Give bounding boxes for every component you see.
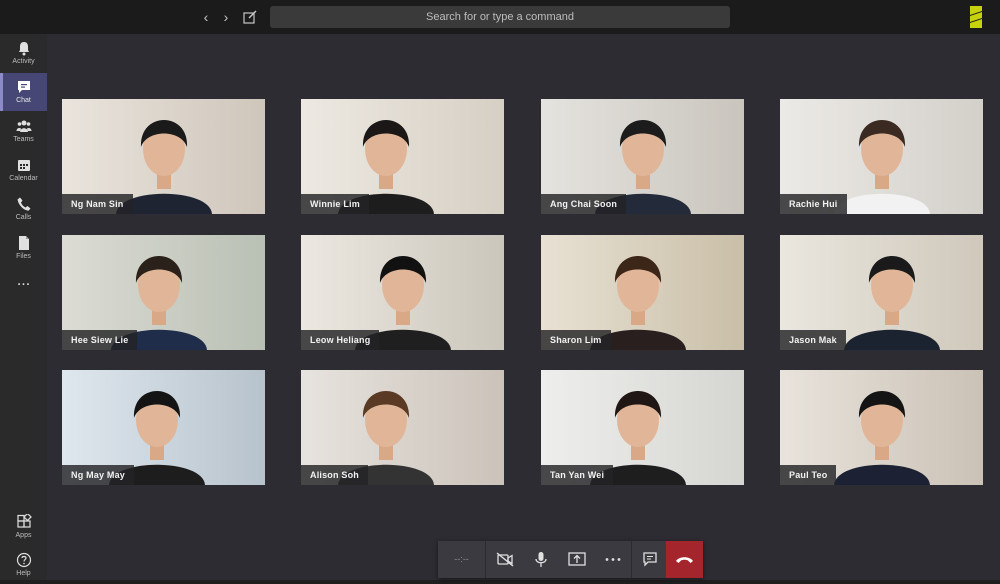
rail-item-files[interactable]: Files <box>0 229 47 267</box>
apps-icon <box>16 514 32 528</box>
participant-name: Hee Siew Lie <box>62 330 138 350</box>
participant-tile[interactable]: Winnie Lim <box>301 99 504 214</box>
calendar-icon <box>17 160 30 171</box>
rail-label: Teams <box>13 136 34 143</box>
rail-label: Chat <box>16 97 31 104</box>
participant-name: Ng May May <box>62 465 135 485</box>
rail-label: Calendar <box>9 175 38 182</box>
participant-name: Rachie Hui <box>780 194 847 214</box>
participant-tile[interactable]: Ng May May <box>62 370 265 485</box>
rail-item-calendar[interactable]: Calendar <box>0 151 47 189</box>
conversation-icon[interactable] <box>632 541 668 578</box>
rail-item-chat[interactable]: Chat <box>0 73 47 111</box>
help-icon <box>16 552 31 568</box>
rail-label: Activity <box>12 58 35 65</box>
app-rail: Activity Chat Teams Calendar Calls Files… <box>0 34 47 580</box>
participant-tile[interactable]: Ang Chai Soon <box>541 99 744 214</box>
teams-icon <box>16 120 31 132</box>
participant-name: Tan Yan Wei <box>541 465 614 485</box>
search-input[interactable]: Search for or type a command <box>270 6 730 28</box>
title-bar: ‹ › Search for or type a command <box>0 0 1000 34</box>
hang-up-button[interactable] <box>666 541 703 578</box>
app-logo-icon <box>970 6 982 28</box>
participant-tile[interactable]: Rachie Hui <box>780 99 983 214</box>
share-screen-icon[interactable] <box>559 541 595 578</box>
back-arrow-icon[interactable]: ‹ <box>198 9 214 25</box>
microphone-icon[interactable] <box>523 541 559 578</box>
participant-tile[interactable]: Paul Teo <box>780 370 983 485</box>
rail-item-help[interactable]: Help <box>0 546 47 584</box>
participant-name: Leow Heliang <box>301 330 380 350</box>
rail-item-teams[interactable]: Teams <box>0 112 47 150</box>
rail-label: Files <box>16 253 31 260</box>
chat-icon <box>17 81 30 93</box>
camera-off-icon[interactable] <box>487 541 523 578</box>
rail-label: Calls <box>15 214 32 221</box>
rail-item-activity[interactable]: Activity <box>0 34 47 72</box>
rail-label: Help <box>16 570 31 577</box>
call-timer: --:-- <box>438 541 486 578</box>
participant-name: Alison Soh <box>301 465 368 485</box>
participant-name: Sharon Lim <box>541 330 611 350</box>
participant-tile[interactable]: Alison Soh <box>301 370 504 485</box>
more-options-icon[interactable] <box>595 541 631 578</box>
more-apps-button[interactable]: ... <box>0 273 47 298</box>
participant-tile[interactable]: Hee Siew Lie <box>62 235 265 350</box>
rail-item-calls[interactable]: Calls <box>0 190 47 228</box>
phone-icon <box>17 197 30 211</box>
participant-tile[interactable]: Tan Yan Wei <box>541 370 744 485</box>
participant-tile[interactable]: Ng Nam Sin <box>62 99 265 214</box>
new-chat-icon[interactable] <box>242 9 258 25</box>
forward-arrow-icon[interactable]: › <box>218 9 234 25</box>
participant-name: Ng Nam Sin <box>62 194 133 214</box>
file-icon <box>18 236 29 250</box>
participant-name: Jason Mak <box>780 330 846 350</box>
bell-icon <box>18 42 29 56</box>
meeting-stage: Ng Nam Sin Winnie Lim Ang Chai Soon Rachie … <box>47 34 1000 580</box>
hang-up-icon <box>676 557 693 563</box>
participant-name: Winnie Lim <box>301 194 369 214</box>
rail-item-apps[interactable]: Apps <box>0 508 47 546</box>
participant-name: Ang Chai Soon <box>541 194 627 214</box>
participant-tile[interactable]: Sharon Lim <box>541 235 744 350</box>
call-controls-bar: --:-- <box>438 541 703 578</box>
participant-name: Paul Teo <box>780 465 837 485</box>
participant-tile[interactable]: Leow Heliang <box>301 235 504 350</box>
rail-label: Apps <box>15 532 32 539</box>
participant-tile[interactable]: Jason Mak <box>780 235 983 350</box>
